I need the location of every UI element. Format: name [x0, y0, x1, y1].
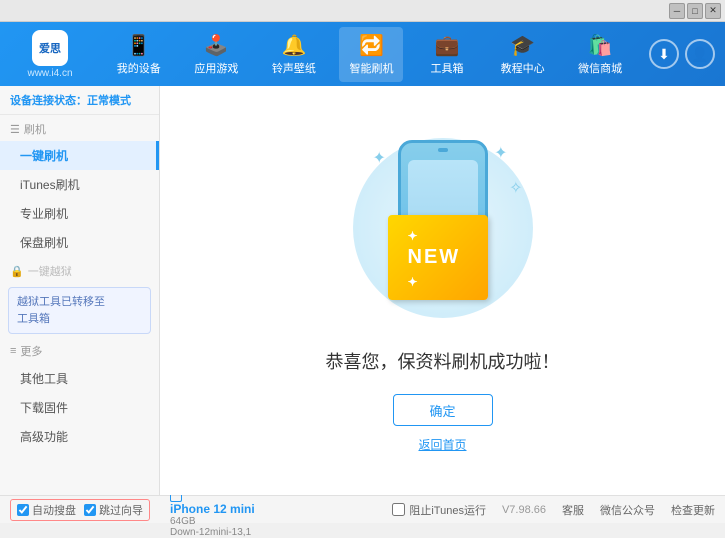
apps-games-icon: 🕹️ — [204, 33, 229, 58]
nav-my-device[interactable]: 📱 我的设备 — [107, 27, 171, 82]
header: 爱思 www.i4.cn 📱 我的设备 🕹️ 应用游戏 🔔 铃声壁纸 🔁 智能刷… — [0, 22, 725, 86]
sidebar-item-one-key-flash[interactable]: 一键刷机 — [0, 141, 159, 170]
titlebar: ─ □ ✕ — [0, 0, 725, 22]
sidebar-item-save-data-flash[interactable]: 保盘刷机 — [0, 228, 159, 257]
nav-apps-games[interactable]: 🕹️ 应用游戏 — [184, 27, 248, 82]
nav-smart-flash-label: 智能刷机 — [349, 60, 393, 76]
sidebar-section-flash: ☰ 刷机 — [0, 115, 159, 141]
maximize-button[interactable]: □ — [687, 3, 703, 19]
close-button[interactable]: ✕ — [705, 3, 721, 19]
sidebar-item-itunes-flash[interactable]: iTunes刷机 — [0, 170, 159, 199]
check-update-link[interactable]: 检查更新 — [671, 502, 715, 518]
sidebar-jailbreak-header: 🔒 一键越狱 — [0, 257, 159, 283]
skip-wizard-input[interactable] — [84, 504, 96, 516]
lock-icon: 🔒 — [10, 265, 24, 278]
tutorial-icon: 🎓 — [510, 33, 535, 58]
smart-flash-icon: 🔁 — [359, 33, 384, 58]
sparkle-icon-1: ✦ — [373, 148, 386, 168]
device-name: iPhone 12 mini — [170, 502, 255, 516]
version-text: V7.98.66 — [502, 504, 546, 516]
main: 设备连接状态：正常模式 ☰ 刷机 一键刷机 iTunes刷机 专业刷机 保盘刷机… — [0, 86, 725, 495]
nav-items: 📱 我的设备 🕹️ 应用游戏 🔔 铃声壁纸 🔁 智能刷机 💼 工具箱 🎓 教程中… — [100, 27, 639, 82]
support-link[interactable]: 客服 — [562, 502, 584, 518]
jailbreak-notice: 越狱工具已转移至 工具箱 — [8, 287, 151, 334]
success-message: 恭喜您，保资料刷机成功啦！ — [326, 348, 560, 374]
sparkle-icon-2: ✦ — [494, 143, 507, 163]
sidebar-item-advanced[interactable]: 高级功能 — [0, 422, 159, 451]
sidebar-item-download-firmware[interactable]: 下载固件 — [0, 393, 159, 422]
sidebar-section-more: ≡ 更多 — [0, 338, 159, 364]
device-status: 设备连接状态：正常模式 — [0, 86, 159, 115]
device-model: Down-12mini-13,1 — [170, 527, 255, 538]
nav-wallpaper[interactable]: 🔔 铃声壁纸 — [262, 27, 326, 82]
device-storage: 64GB — [170, 516, 255, 527]
content-area: ✦ ✦ ✧ NEW 恭喜您，保资料刷机成功啦！ 确定 返回首页 — [160, 86, 725, 495]
wechat-public-link[interactable]: 微信公众号 — [600, 502, 655, 518]
sidebar-item-pro-flash[interactable]: 专业刷机 — [0, 199, 159, 228]
nav-toolbox-label: 工具箱 — [431, 60, 464, 76]
no-itunes-checkbox[interactable]: 阻止iTunes运行 — [392, 502, 486, 518]
nav-tutorial[interactable]: 🎓 教程中心 — [491, 27, 555, 82]
sidebar: 设备连接状态：正常模式 ☰ 刷机 一键刷机 iTunes刷机 专业刷机 保盘刷机… — [0, 86, 160, 495]
my-device-icon: 📱 — [126, 33, 151, 58]
titlebar-buttons: ─ □ ✕ — [669, 3, 721, 19]
nav-wechat-shop[interactable]: 🛍️ 微信商城 — [568, 27, 632, 82]
more-section-icon: ≡ — [10, 345, 16, 357]
nav-apps-games-label: 应用游戏 — [194, 60, 238, 76]
section-icon: ☰ — [10, 123, 20, 136]
toolbox-icon: 💼 — [435, 33, 460, 58]
back-home-link[interactable]: 返回首页 — [418, 436, 466, 453]
logo-url: www.i4.cn — [27, 68, 72, 79]
auto-search-input[interactable] — [17, 504, 29, 516]
nav-wallpaper-label: 铃声壁纸 — [272, 60, 316, 76]
nav-right: ⬇ 👤 — [649, 39, 715, 69]
nav-my-device-label: 我的设备 — [117, 60, 161, 76]
no-itunes-input[interactable] — [392, 503, 405, 516]
wechat-shop-icon: 🛍️ — [588, 33, 613, 58]
sidebar-item-other-tools[interactable]: 其他工具 — [0, 364, 159, 393]
success-illustration: ✦ ✦ ✧ NEW — [343, 128, 543, 328]
nav-toolbox[interactable]: 💼 工具箱 — [417, 27, 477, 82]
new-ribbon: NEW — [388, 215, 488, 300]
skip-wizard-checkbox[interactable]: 跳过向导 — [84, 502, 143, 518]
logo-icon: 爱思 — [32, 30, 68, 66]
nav-wechat-shop-label: 微信商城 — [578, 60, 622, 76]
minimize-button[interactable]: ─ — [669, 3, 685, 19]
nav-tutorial-label: 教程中心 — [501, 60, 545, 76]
user-button[interactable]: 👤 — [685, 39, 715, 69]
confirm-button[interactable]: 确定 — [393, 394, 493, 426]
logo[interactable]: 爱思 www.i4.cn — [10, 30, 90, 79]
nav-smart-flash[interactable]: 🔁 智能刷机 — [339, 27, 403, 82]
bottom-right: 阻止iTunes运行 V7.98.66 客服 微信公众号 检查更新 — [392, 502, 715, 518]
download-button[interactable]: ⬇ — [649, 39, 679, 69]
sparkle-icon-3: ✧ — [509, 178, 522, 198]
auto-search-checkbox[interactable]: 自动搜盘 — [17, 502, 76, 518]
bottom-bar: 自动搜盘 跳过向导 iPhone 12 mini 64GB Down-12min… — [0, 495, 725, 523]
wallpaper-icon: 🔔 — [281, 33, 306, 58]
